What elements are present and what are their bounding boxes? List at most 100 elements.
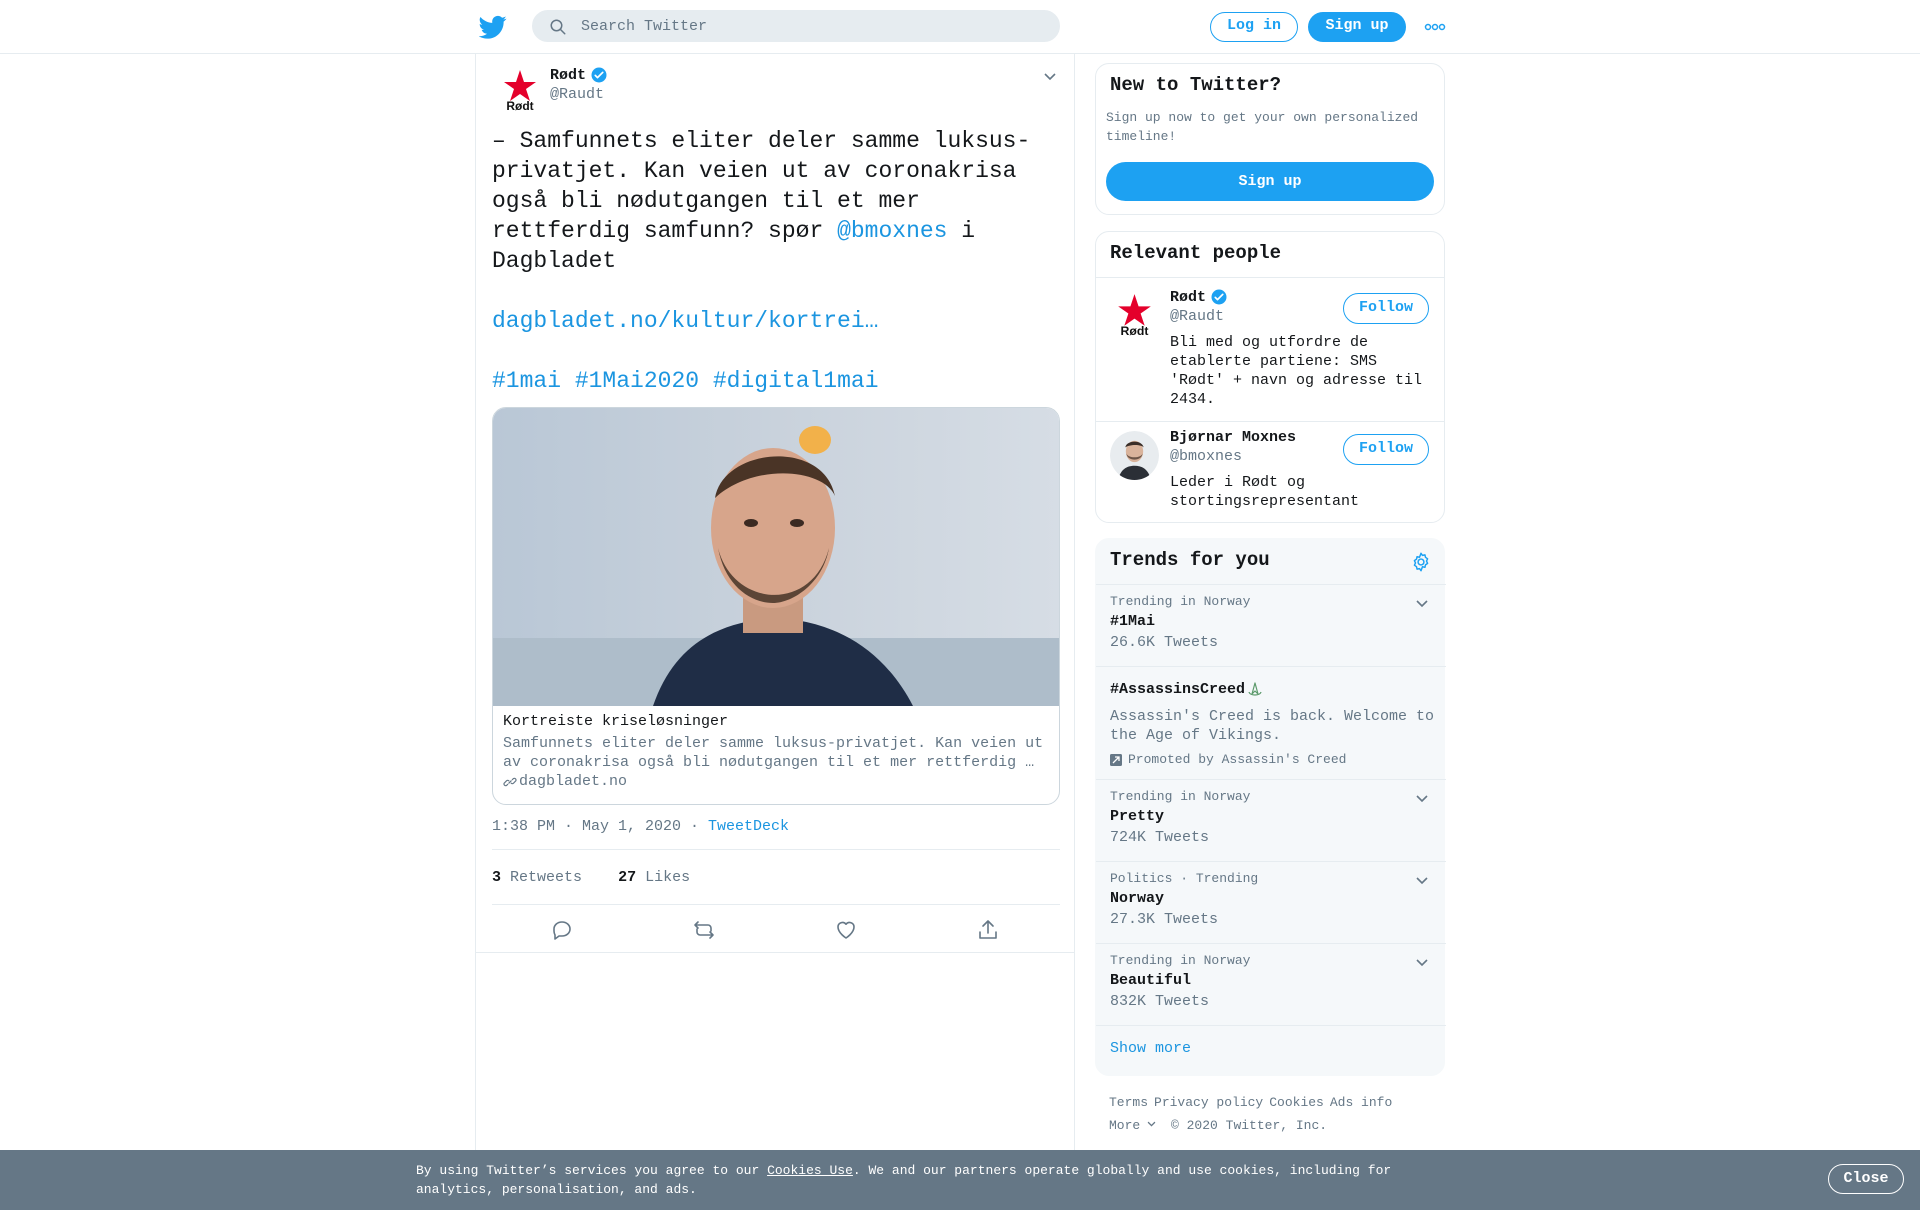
assassins-creed-emoji-icon — [1248, 681, 1262, 696]
avatar[interactable] — [1110, 431, 1159, 480]
retweet-label: Retweets — [510, 869, 583, 886]
mention-link[interactable]: @bmoxnes — [837, 218, 947, 244]
tweet-author-name[interactable]: Rødt — [550, 66, 608, 84]
tweet-source[interactable]: TweetDeck — [708, 818, 789, 835]
like-heart-icon[interactable] — [834, 918, 858, 942]
hashtag-link[interactable]: #1mai — [492, 368, 561, 394]
svg-text:Rødt: Rødt — [1121, 324, 1149, 338]
divider — [476, 952, 1074, 953]
search-input[interactable] — [581, 11, 1041, 41]
avatar[interactable]: Rødt — [1110, 290, 1159, 339]
author-name-text[interactable]: Rødt — [550, 67, 586, 84]
person-bio: Bli med og utfordre de etablerte partien… — [1170, 334, 1423, 408]
trend-count: 26.6K Tweets — [1110, 634, 1219, 651]
person-handle[interactable]: @Raudt — [1170, 308, 1224, 325]
link-preview-card[interactable]: Kortreiste kriseløsninger Samfunnets eli… — [492, 407, 1060, 805]
person-name[interactable]: Bjørnar Moxnes — [1170, 429, 1296, 446]
footer-link-terms[interactable]: Terms — [1109, 1095, 1148, 1110]
person-name-text[interactable]: Rødt — [1170, 289, 1206, 306]
retweet-icon[interactable] — [692, 918, 716, 942]
tweet-detail-column: Rødt Rødt @Raudt – Samfunnets eliter del… — [475, 54, 1075, 1210]
login-button[interactable]: Log in — [1210, 12, 1298, 42]
footer-more[interactable]: More — [1109, 1118, 1157, 1133]
tweet-actions — [492, 906, 1060, 956]
card-description: Samfunnets eliter deler samme luksus-pri… — [503, 735, 1044, 771]
person-name[interactable]: Rødt — [1170, 288, 1228, 306]
tweet-time-text[interactable]: 1:38 PM · May 1, 2020 — [492, 818, 681, 835]
trend-context: Trending in Norway — [1110, 789, 1251, 804]
card-title[interactable]: Kortreiste kriseløsninger — [503, 713, 728, 730]
promoted-icon — [1110, 753, 1122, 766]
footer-link-cookies[interactable]: Cookies — [1269, 1095, 1324, 1110]
like-count: 27 — [618, 869, 637, 886]
trend-count: 27.3K Tweets — [1110, 911, 1219, 928]
chevron-down-icon[interactable] — [1414, 790, 1430, 806]
trend-name[interactable]: Beautiful — [1110, 972, 1191, 989]
share-icon[interactable] — [976, 918, 1000, 942]
divider — [1096, 421, 1444, 422]
tweet-author-handle[interactable]: @Raudt — [550, 86, 604, 103]
close-button[interactable]: Close — [1828, 1164, 1904, 1194]
footer-row: More © 2020 Twitter, Inc. — [1109, 1114, 1449, 1137]
trend-item[interactable]: Trending in Norway Pretty 724K Tweets — [1096, 780, 1446, 862]
gear-icon[interactable] — [1410, 551, 1432, 573]
trend-name-text[interactable]: #AssassinsCreed — [1110, 681, 1245, 698]
promoted-by-text: Promoted by Assassin's Creed — [1128, 752, 1347, 767]
panel-signup-button[interactable]: Sign up — [1106, 162, 1434, 201]
twitter-bird-icon[interactable] — [479, 13, 507, 41]
chevron-down-icon[interactable] — [1042, 68, 1058, 84]
person-name-text[interactable]: Bjørnar Moxnes — [1170, 429, 1296, 446]
footer-link-privacy[interactable]: Privacy policy — [1154, 1095, 1263, 1110]
rodt-logo-avatar[interactable]: Rødt — [496, 66, 544, 114]
tweet-text: – Samfunnets eliter deler samme luksus-p… — [492, 126, 1052, 396]
reply-icon[interactable] — [550, 918, 574, 942]
cookie-text: By using Twitter’s services you agree to… — [416, 1161, 1416, 1199]
chevron-down-icon[interactable] — [1414, 954, 1430, 970]
footer-more-text[interactable]: More — [1109, 1118, 1140, 1133]
hashtag-link[interactable]: #1Mai2020 — [575, 368, 699, 394]
trend-name[interactable]: Pretty — [1110, 808, 1164, 825]
chevron-down-icon[interactable] — [1414, 595, 1430, 611]
footer-link-ads-info[interactable]: Ads info — [1330, 1095, 1392, 1110]
svg-text:Rødt: Rødt — [506, 99, 533, 113]
show-more-link[interactable]: Show more — [1110, 1040, 1191, 1057]
like-stat[interactable]: 27 Likes — [618, 869, 690, 886]
tweet-url-link[interactable]: dagbladet.no/kultur/kortrei… — [492, 308, 878, 334]
trend-name[interactable]: #1Mai — [1110, 613, 1155, 630]
retweet-stat[interactable]: 3 Retweets — [492, 869, 582, 886]
like-label: Likes — [645, 869, 691, 886]
follow-button[interactable]: Follow — [1343, 293, 1429, 324]
card-domain-text: dagbladet.no — [519, 773, 628, 790]
trend-context: Politics · Trending — [1110, 871, 1259, 886]
retweet-count: 3 — [492, 869, 502, 886]
person-handle[interactable]: @bmoxnes — [1170, 448, 1242, 465]
follow-button[interactable]: Follow — [1343, 434, 1429, 465]
divider — [492, 849, 1060, 850]
chevron-down-icon[interactable] — [1414, 872, 1430, 888]
link-icon — [503, 777, 517, 786]
search-icon — [550, 19, 566, 35]
signup-button[interactable]: Sign up — [1308, 12, 1406, 42]
divider — [1096, 277, 1444, 278]
copyright: © 2020 Twitter, Inc. — [1171, 1118, 1328, 1133]
panel-title: New to Twitter? — [1110, 74, 1282, 96]
trend-item-promoted[interactable]: #AssassinsCreed Assassin's Creed is back… — [1096, 667, 1446, 780]
card-image[interactable] — [493, 408, 1060, 706]
trend-item[interactable]: Trending in Norway Beautiful 832K Tweets — [1096, 944, 1446, 1026]
footer-links: Terms Privacy policy Cookies Ads info More … — [1109, 1091, 1449, 1137]
trend-name[interactable]: Norway — [1110, 890, 1164, 907]
trend-item[interactable]: Politics · Trending Norway 27.3K Tweets — [1096, 862, 1446, 944]
cookies-use-link[interactable]: Cookies Use — [767, 1163, 853, 1178]
top-header: Log in Sign up — [0, 0, 1920, 54]
cookie-consent-bar: By using Twitter’s services you agree to… — [0, 1150, 1920, 1210]
trend-item[interactable]: Trending in Norway #1Mai 26.6K Tweets — [1096, 585, 1446, 667]
panel-title: Relevant people — [1110, 242, 1282, 264]
trend-context: Trending in Norway — [1110, 953, 1251, 968]
cookie-text-before: By using Twitter’s services you agree to… — [416, 1163, 768, 1178]
trend-name-promoted[interactable]: #AssassinsCreed — [1110, 681, 1263, 698]
chevron-down-icon — [1147, 1121, 1156, 1127]
hashtag-link[interactable]: #digital1mai — [713, 368, 879, 394]
more-dots-icon[interactable] — [1424, 22, 1446, 32]
search-bar[interactable] — [532, 10, 1060, 42]
panel-description: Sign up now to get your own personalized… — [1106, 110, 1419, 144]
